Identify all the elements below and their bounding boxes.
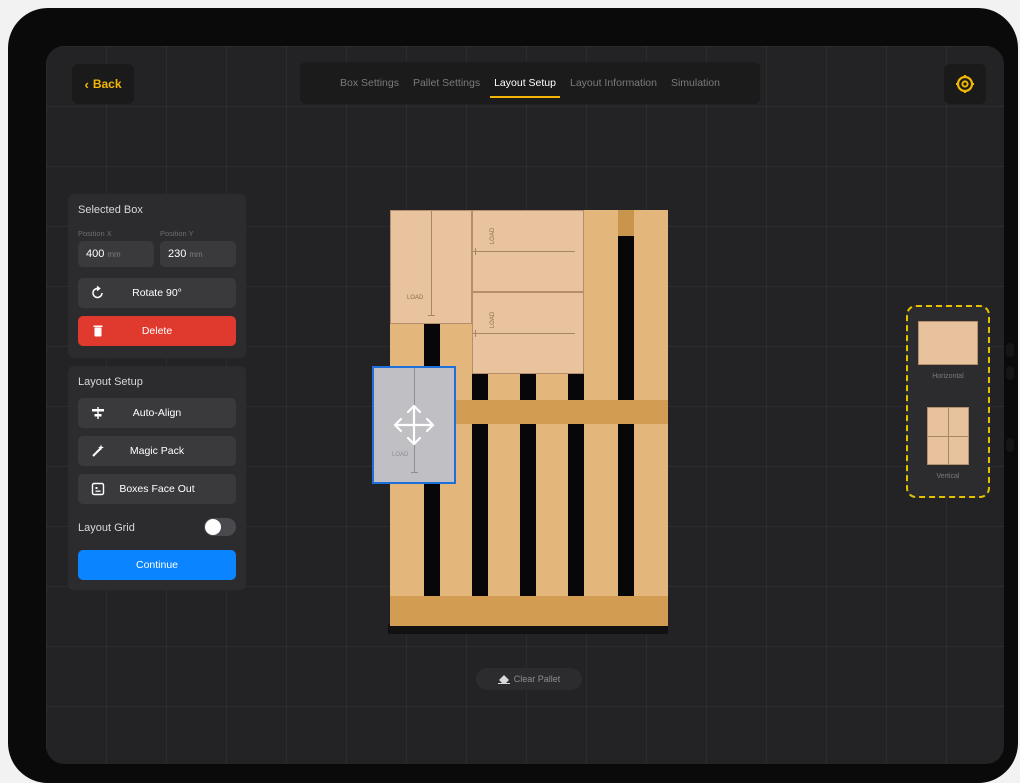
- auto-align-button[interactable]: Auto-Align: [78, 398, 236, 428]
- app-screen: ‹ Back Box Settings Pallet Settings Layo…: [46, 46, 1004, 764]
- delete-button[interactable]: Delete: [78, 316, 236, 346]
- tab-simulation[interactable]: Simulation: [671, 65, 720, 101]
- tab-box-settings[interactable]: Box Settings: [340, 65, 399, 101]
- vertical-box-option[interactable]: [927, 407, 969, 465]
- tablet-frame: ‹ Back Box Settings Pallet Settings Layo…: [8, 8, 1018, 783]
- trash-icon: [93, 325, 103, 337]
- pallet-gap: [520, 374, 536, 400]
- rotate-label: Rotate 90°: [132, 287, 182, 299]
- pallet-gap: [520, 424, 536, 596]
- selected-box-label: LOAD: [392, 452, 409, 458]
- magic-wand-icon: [92, 444, 104, 457]
- orientation-panel: Horizontal Vertical: [906, 305, 990, 498]
- back-button[interactable]: ‹ Back: [72, 64, 134, 104]
- auto-align-label: Auto-Align: [132, 407, 182, 419]
- align-icon: [92, 407, 104, 419]
- layout-setup-panel: Layout Setup Auto-Align Magic Pack Boxes…: [68, 366, 246, 590]
- rotate-button[interactable]: Rotate 90°: [78, 278, 236, 308]
- position-y-label: Position Y: [160, 229, 194, 238]
- pallet-gap: [618, 424, 634, 596]
- position-y-field[interactable]: 230 mm: [160, 241, 236, 267]
- boxes-face-out-label: Boxes Face Out: [119, 483, 195, 495]
- box-label: LOAD: [407, 295, 424, 301]
- rotate-icon: [92, 285, 103, 299]
- position-y-unit: mm: [189, 249, 203, 259]
- selected-box[interactable]: LOAD: [372, 366, 456, 484]
- box-face-icon: [91, 482, 105, 496]
- gear-icon: [956, 75, 974, 93]
- clear-pallet-label: Clear Pallet: [513, 674, 561, 684]
- move-icon: [393, 404, 435, 446]
- placed-box[interactable]: LOAD: [472, 210, 584, 292]
- box-label: LOAD: [490, 311, 497, 329]
- pallet-gap: [618, 236, 634, 400]
- position-x-field[interactable]: 400 mm: [78, 241, 154, 267]
- continue-button[interactable]: Continue: [78, 550, 236, 580]
- boxes-face-out-button[interactable]: Boxes Face Out: [78, 474, 236, 504]
- horizontal-box-option[interactable]: [918, 321, 978, 365]
- continue-label: Continue: [135, 559, 179, 571]
- position-x-value: 400: [86, 248, 105, 260]
- layout-grid-toggle[interactable]: [204, 518, 236, 536]
- device-button: [1006, 366, 1014, 380]
- delete-label: Delete: [141, 325, 173, 337]
- pallet-gap: [568, 374, 584, 400]
- device-camera: [1006, 343, 1014, 357]
- pallet-gap: [472, 424, 488, 596]
- position-y-value: 230: [168, 248, 187, 260]
- tab-pallet-settings[interactable]: Pallet Settings: [413, 65, 480, 101]
- tab-layout-information[interactable]: Layout Information: [570, 65, 657, 101]
- tab-layout-setup[interactable]: Layout Setup: [490, 65, 560, 101]
- placed-box[interactable]: LOAD: [390, 210, 472, 324]
- chevron-left-icon: ‹: [84, 76, 89, 92]
- vertical-label: Vertical: [936, 473, 960, 480]
- settings-button[interactable]: [944, 64, 986, 104]
- pallet-gap: [568, 424, 584, 596]
- layout-setup-title: Layout Setup: [78, 376, 143, 388]
- pallet-gap: [472, 374, 488, 400]
- toggle-knob: [205, 519, 221, 535]
- selected-box-panel: Selected Box Position X Position Y 400 m…: [68, 194, 246, 358]
- magic-pack-button[interactable]: Magic Pack: [78, 436, 236, 466]
- selected-box-title: Selected Box: [78, 204, 143, 216]
- box-label: LOAD: [490, 227, 497, 245]
- magic-pack-label: Magic Pack: [129, 445, 185, 457]
- eraser-icon: [497, 675, 510, 684]
- back-label: Back: [92, 77, 122, 91]
- position-x-label: Position X: [78, 229, 112, 238]
- pallet-stringer: [390, 596, 668, 626]
- device-button: [1006, 438, 1014, 452]
- horizontal-label: Horizontal: [932, 373, 964, 380]
- layout-grid-label: Layout Grid: [78, 522, 135, 534]
- nav-tabs: Box Settings Pallet Settings Layout Setu…: [300, 62, 760, 104]
- placed-box[interactable]: LOAD: [472, 292, 584, 374]
- position-x-unit: mm: [107, 249, 121, 259]
- clear-pallet-button[interactable]: Clear Pallet: [476, 668, 582, 690]
